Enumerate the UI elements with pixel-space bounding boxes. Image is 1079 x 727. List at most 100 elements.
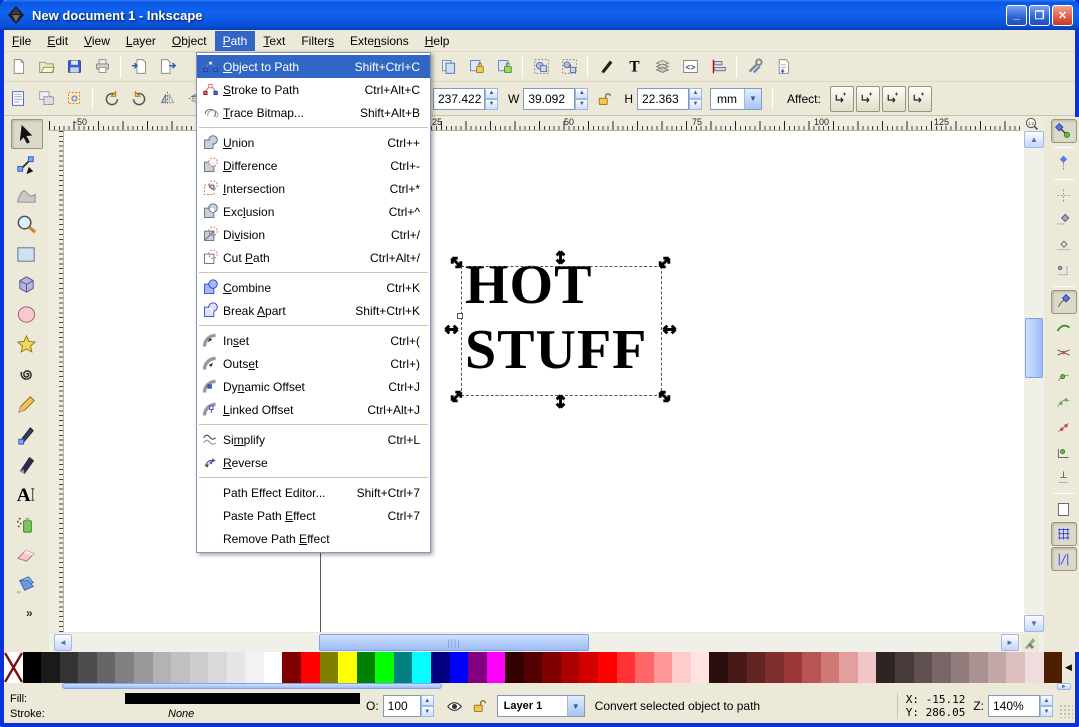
affect-skew-button[interactable] xyxy=(907,85,932,112)
print-button[interactable] xyxy=(89,54,115,80)
menu-item-dynamic-offset[interactable]: Dynamic Offset Ctrl+J xyxy=(197,375,430,398)
ungroup-button[interactable] xyxy=(556,54,582,80)
chevron-down-icon[interactable]: ▼ xyxy=(566,696,584,716)
tool-eraser[interactable] xyxy=(11,539,43,569)
tool-node-editor[interactable] xyxy=(11,149,43,179)
scroll-right-button[interactable]: ► xyxy=(1001,634,1019,651)
titlebar[interactable]: New document 1 - Inkscape _ ❐ ✕ xyxy=(0,0,1079,30)
menu-view[interactable]: View xyxy=(76,31,118,51)
swatch-ff6666[interactable] xyxy=(635,652,654,683)
palette-scrollbar-thumb[interactable] xyxy=(62,683,442,689)
vertical-scrollbar-thumb[interactable] xyxy=(1025,318,1043,378)
menu-file[interactable]: File xyxy=(4,31,39,51)
new-document-button[interactable] xyxy=(5,54,31,80)
swatch-f2c6c6[interactable] xyxy=(857,652,877,683)
menu-item-break-apart[interactable]: Break Apart Shift+Ctrl+K xyxy=(197,299,430,322)
zoom-1-1-icon[interactable]: 1:1 xyxy=(1020,117,1044,131)
swatch-808080[interactable] xyxy=(115,652,134,683)
snap-bbox-centers-button[interactable] xyxy=(1051,258,1077,282)
swatch-666666[interactable] xyxy=(96,652,116,683)
swatch-1a1a1a[interactable] xyxy=(41,652,60,683)
menu-item-division[interactable]: Division Ctrl+/ xyxy=(197,223,430,246)
swatch-471919[interactable] xyxy=(727,652,747,683)
stroke-value[interactable]: None xyxy=(168,708,194,720)
scroll-left-button[interactable]: ◄ xyxy=(54,634,72,651)
snap-bbox-edge-midpoints-button[interactable] xyxy=(1051,233,1077,257)
menu-extensions[interactable]: Extensions xyxy=(342,31,417,51)
swatch-999999[interactable] xyxy=(133,652,153,683)
swatch-00ff00[interactable] xyxy=(375,652,394,683)
chevron-down-icon[interactable]: ▼ xyxy=(744,88,761,109)
swatch-632424[interactable] xyxy=(746,652,766,683)
minimize-button[interactable]: _ xyxy=(1006,4,1027,26)
palette-scrollbar[interactable]: ► xyxy=(4,683,1075,690)
swatch-2e2424[interactable] xyxy=(876,652,895,683)
swatch-7f2e2e[interactable] xyxy=(765,652,784,683)
swatch-330000[interactable] xyxy=(505,652,524,683)
affect-scale-button[interactable] xyxy=(855,85,880,112)
menu-item-reverse[interactable]: Reverse xyxy=(197,451,430,474)
layer-dropdown[interactable]: Layer 1 ▼ xyxy=(496,695,585,717)
selection-handle-w-arrow-icon[interactable] xyxy=(443,321,460,338)
menu-item-exclusion[interactable]: Exclusion Ctrl+^ xyxy=(197,200,430,223)
tool-3d-box[interactable] xyxy=(11,269,43,299)
tool-spiral[interactable] xyxy=(11,359,43,389)
horizontal-scrollbar-thumb[interactable]: |||| xyxy=(319,634,589,651)
layer-visibility-eye-icon[interactable] xyxy=(446,698,463,715)
menu-item-outset[interactable]: Outset Ctrl+) xyxy=(197,352,430,375)
swatch-2b0f0f[interactable] xyxy=(709,652,728,683)
layer-lock-icon[interactable] xyxy=(471,698,487,714)
save-button[interactable] xyxy=(61,54,87,80)
snap-bbox-button[interactable] xyxy=(1051,151,1077,175)
vertical-ruler[interactable] xyxy=(49,131,64,632)
swatch-800000[interactable] xyxy=(542,652,561,683)
affect-rotate-button[interactable] xyxy=(881,85,906,112)
menu-path[interactable]: Path xyxy=(214,30,256,51)
flip-horizontal-button[interactable] xyxy=(154,86,180,112)
tool-text[interactable]: A xyxy=(11,479,43,509)
swatch-aa0000[interactable] xyxy=(560,652,580,683)
xml-editor-button[interactable]: <> xyxy=(677,54,703,80)
opacity-field[interactable]: 100 ▲ ▼ xyxy=(382,695,434,717)
menu-item-remove-path-effect[interactable]: Remove Path Effect xyxy=(197,527,430,550)
swatch-4d4d4d[interactable] xyxy=(78,652,97,683)
snap-bbox-corners-button[interactable] xyxy=(1051,208,1077,232)
swatch-927c7c[interactable] xyxy=(950,652,970,683)
snap-cusp-nodes-button[interactable] xyxy=(1051,365,1077,389)
menu-edit[interactable]: Edit xyxy=(39,31,76,51)
palette-scroll-right-button[interactable]: ► xyxy=(1057,683,1071,690)
restore-button[interactable]: ❐ xyxy=(1029,4,1050,26)
swatch-c4a8a8[interactable] xyxy=(987,652,1007,683)
rotate-ccw-button[interactable] xyxy=(98,86,124,112)
snap-paths-button[interactable] xyxy=(1051,315,1077,339)
snap-page-border-button[interactable] xyxy=(1051,497,1077,521)
open-button[interactable] xyxy=(33,54,59,80)
import-button[interactable] xyxy=(126,54,152,80)
unlink-clone-button[interactable] xyxy=(491,54,517,80)
selection-handle-nw-arrow-icon[interactable] xyxy=(448,254,465,271)
fill-stroke-dialog-button[interactable] xyxy=(593,54,619,80)
menu-item-simplify[interactable]: Simplify Ctrl+L xyxy=(197,428,430,451)
menu-item-object-to-path[interactable]: Object to Path Shift+Ctrl+C xyxy=(197,55,430,78)
selection-handle-s-arrow-icon[interactable] xyxy=(552,393,569,410)
swatch-ff9999[interactable] xyxy=(653,652,673,683)
swatch-d9d9d9[interactable] xyxy=(208,652,227,683)
swatch-ab9292[interactable] xyxy=(969,652,988,683)
menu-item-stroke-to-path[interactable]: Stroke to Path Ctrl+Alt+C xyxy=(197,78,430,101)
menu-item-path-effect-editor[interactable]: Path Effect Editor... Shift+Ctrl+7 xyxy=(197,481,430,504)
zoom-field[interactable]: 140% ▲ ▼ xyxy=(988,695,1053,717)
palette-scroll-left-icon[interactable]: ◀ xyxy=(1062,652,1075,683)
tool-zoom[interactable] xyxy=(11,209,43,239)
swatch-00ffff[interactable] xyxy=(412,652,431,683)
swatch-796666[interactable] xyxy=(932,652,951,683)
tool-tweak[interactable] xyxy=(11,179,43,209)
swatch-e39e9e[interactable] xyxy=(839,652,858,683)
swatch-333333[interactable] xyxy=(59,652,79,683)
swatch-b75454[interactable] xyxy=(802,652,821,683)
menu-item-inset[interactable]: Inset Ctrl+( xyxy=(197,329,430,352)
swatch-d07777[interactable] xyxy=(820,652,840,683)
snap-smooth-nodes-button[interactable] xyxy=(1051,390,1077,414)
h-field[interactable]: 22.363 ▲ ▼ xyxy=(637,87,702,110)
menu-object[interactable]: Object xyxy=(164,31,215,51)
w-field[interactable]: 39.092 ▲ ▼ xyxy=(523,87,589,110)
